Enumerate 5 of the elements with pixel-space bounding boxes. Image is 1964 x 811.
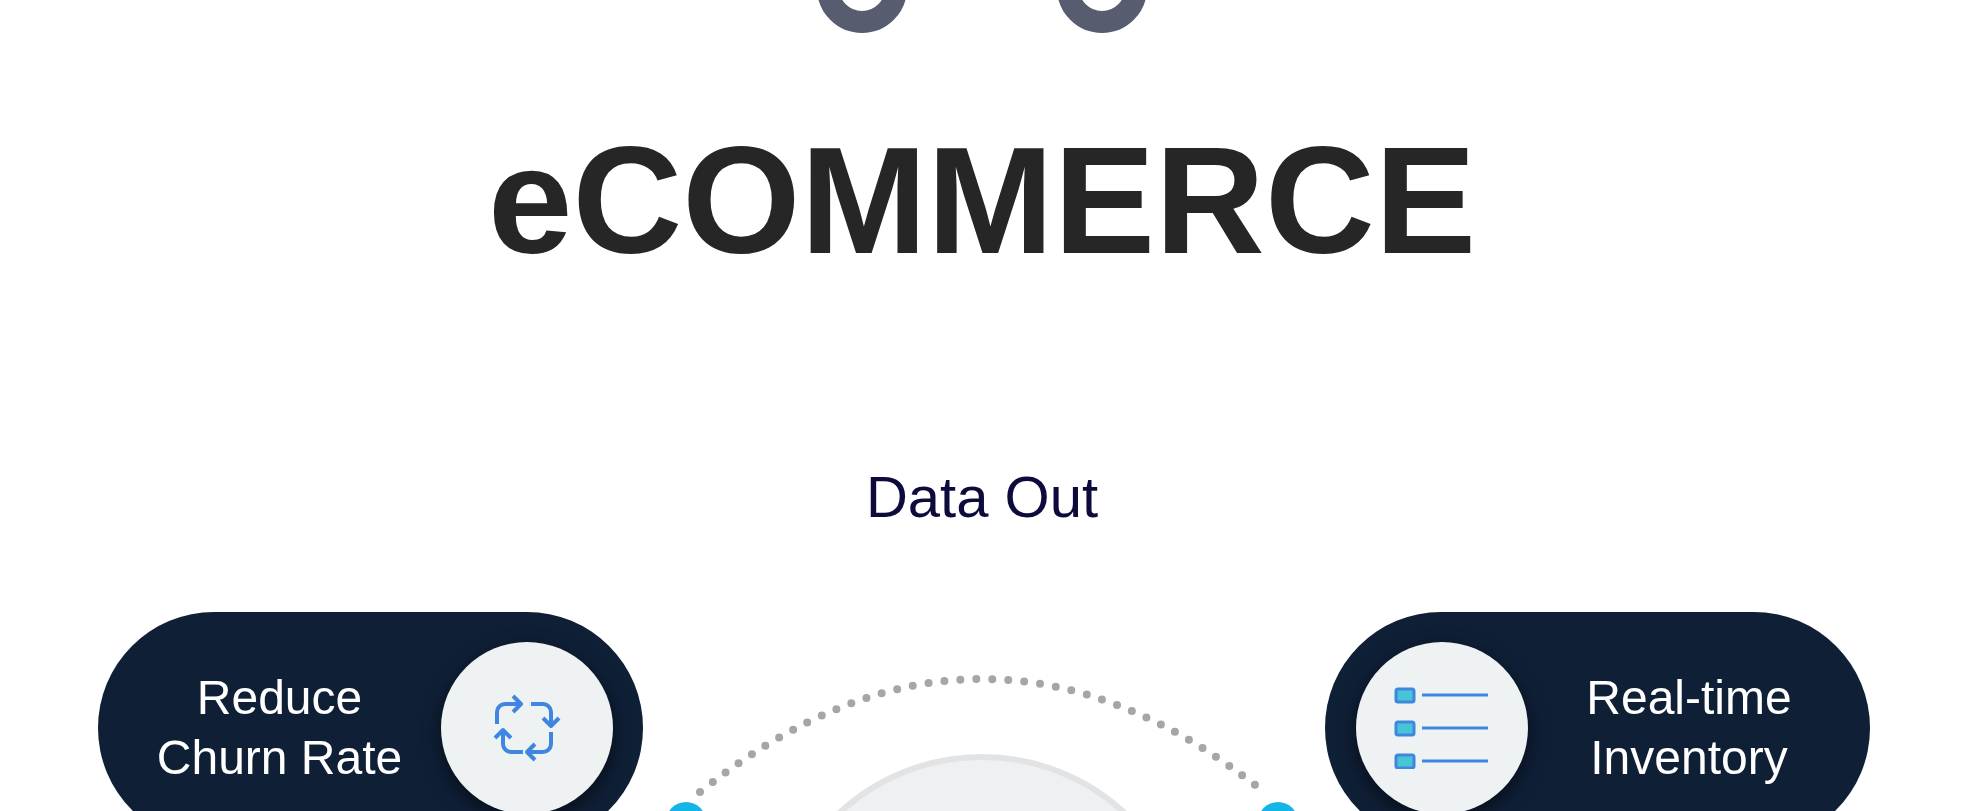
bubble-label: Real-time Inventory [1586, 670, 1792, 786]
section-heading: Data Out [865, 468, 1099, 526]
list-icon [1394, 687, 1490, 769]
bubble-label: Reduce Churn Rate [156, 670, 403, 786]
page-title: eCOMMERCE [487, 124, 1477, 276]
